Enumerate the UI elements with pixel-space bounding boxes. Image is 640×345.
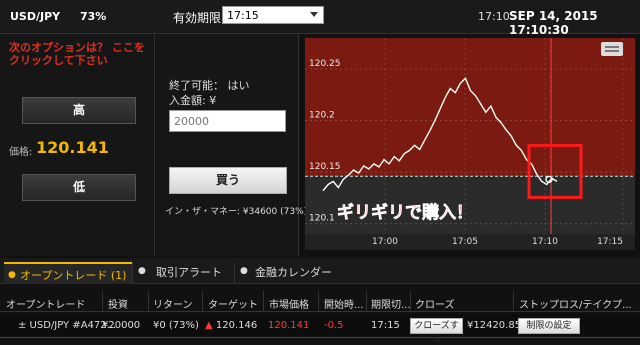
set-limit-button[interactable]: 制限の設定	[518, 318, 580, 334]
col-divider	[202, 291, 203, 311]
chart-menu-icon-bar	[605, 46, 619, 48]
col-expiry: 期限切...	[371, 300, 411, 311]
col-return: リターン	[153, 300, 193, 311]
chevron-down-icon	[310, 12, 318, 17]
cell-investment: ¥20000	[102, 320, 141, 331]
order-panel	[156, 34, 299, 256]
tab-open-trades[interactable]: ● オープントレード (1)	[4, 262, 132, 284]
price-value: 120.141	[36, 138, 109, 157]
deposit-label: 入金額: ¥	[169, 94, 217, 107]
in-the-money-text: イン・ザ・マネー: ¥34600 (73%)	[165, 207, 308, 217]
chart-menu-icon[interactable]	[601, 42, 623, 56]
y-tick-label: 120.1	[309, 214, 335, 224]
amount-input[interactable]	[169, 110, 286, 132]
x-tick-label: 17:10	[532, 237, 558, 247]
col-divider	[148, 291, 149, 311]
tab-calendar[interactable]: 金融カレンダー	[255, 264, 332, 280]
cell-start: -0.5	[324, 320, 344, 331]
col-start: 開始時...	[324, 300, 364, 311]
payout-percent: 73%	[80, 10, 107, 23]
y-tick-label: 120.15	[309, 162, 341, 172]
tab-divider	[234, 262, 235, 284]
col-divider	[263, 291, 264, 311]
x-tick-label: 17:00	[372, 237, 398, 247]
col-stop-loss: ストップロス/テイクプ...	[519, 300, 632, 311]
cell-expiry: 17:15	[371, 320, 400, 331]
col-divider	[410, 291, 411, 311]
cell-target-value: 120.146	[215, 320, 258, 331]
clock-time: 17:10	[478, 10, 510, 23]
y-tick-label: 120.2	[309, 111, 335, 121]
buy-button[interactable]: 買う	[169, 167, 287, 194]
chart-menu-icon-bar	[605, 50, 619, 52]
col-target: ターゲット	[208, 300, 258, 311]
tab-trade-alert[interactable]: 取引アラート	[156, 264, 222, 280]
cell-close-amount: ¥12420.85	[467, 320, 522, 331]
clock-datetime: SEP 14, 2015 17:10:30	[509, 9, 598, 37]
col-divider	[513, 291, 514, 311]
close-trade-button[interactable]: クローズする	[410, 318, 463, 345]
expiry-select[interactable]: 17:15	[222, 6, 324, 24]
col-investment: 投資	[108, 300, 128, 311]
price-label: 価格:	[9, 147, 33, 158]
chart-annotation: ギリギリで購入！	[337, 202, 473, 223]
next-option-link[interactable]: 次のオプションは？ ここをクリックして下さい	[9, 41, 149, 67]
tab-divider	[132, 262, 133, 284]
above-target-zone	[305, 38, 635, 177]
col-divider	[366, 291, 367, 311]
col-divider	[318, 291, 319, 311]
cell-return: ¥0 (73%)	[153, 320, 199, 331]
tradable-status: 終了可能： はい	[169, 79, 250, 92]
col-open-trade: オープントレード	[6, 300, 86, 311]
bullet-icon: ●	[240, 266, 248, 276]
price-chart[interactable]: 120.25 120.2 120.15 120.1 17:00 17:05 17:10 17…	[305, 38, 635, 250]
col-market-price: 市場価格	[269, 300, 309, 311]
bullet-icon: ●	[8, 270, 16, 280]
expiry-label: 有効期限:	[173, 11, 226, 25]
col-divider	[102, 291, 103, 311]
low-button[interactable]: 低	[22, 174, 136, 201]
high-button[interactable]: 高	[22, 97, 136, 124]
x-tick-label: 17:15	[597, 237, 623, 247]
expiry-value: 17:15	[227, 9, 259, 22]
tab-open-trades-label: オープントレード (1)	[20, 269, 127, 282]
cell-market-price: 120.141	[268, 320, 310, 331]
chart-menu-icon-bg	[601, 42, 623, 56]
cell-target: ▲ 120.146	[205, 320, 257, 331]
bullet-icon: ●	[138, 266, 146, 276]
y-tick-label: 120.25	[309, 59, 341, 69]
col-close: クローズ	[415, 300, 455, 311]
up-arrow-icon: ▲	[205, 320, 213, 331]
x-tick-label: 17:05	[452, 237, 478, 247]
currency-pair: USD/JPY	[10, 10, 61, 23]
